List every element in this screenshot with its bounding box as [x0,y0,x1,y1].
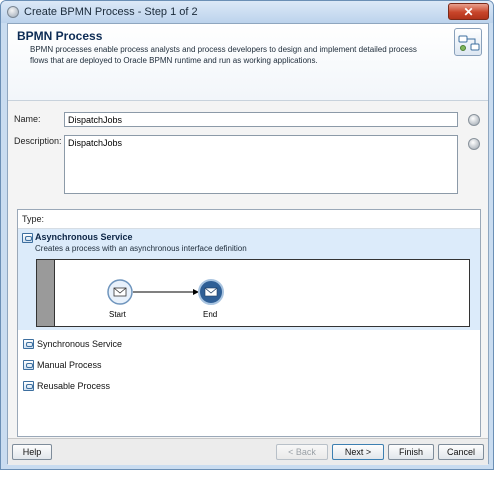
description-help-icon[interactable] [468,138,480,150]
reusable-process-icon [23,381,34,391]
bpmn-process-icon [454,28,482,56]
reusable-process-label: Reusable Process [37,381,111,391]
type-panel: Type: Asynchronous Service Creates a pro… [17,209,481,437]
type-item-synchronous-service[interactable]: Synchronous Service [18,334,480,354]
process-preview-diagram: Start End [36,259,470,327]
synchronous-service-label: Synchronous Service [37,339,123,349]
app-icon [7,6,19,18]
help-button[interactable]: Help [12,444,52,460]
type-item-manual-process[interactable]: Manual Process [18,355,480,375]
dialog-window: Create BPMN Process - Step 1 of 2 ✕ BPMN… [0,0,494,470]
end-event-label: End [203,310,218,319]
description-textarea[interactable]: DispatchJobs [64,135,458,194]
close-button[interactable]: ✕ [448,3,489,20]
type-item-asynchronous-service[interactable]: Asynchronous Service Creates a process w… [18,229,480,330]
name-help-icon[interactable] [468,114,480,126]
synchronous-service-icon [23,339,34,349]
asynchronous-service-description: Creates a process with an asynchronous i… [35,244,247,253]
type-item-reusable-process[interactable]: Reusable Process [18,376,480,396]
title-bar[interactable]: Create BPMN Process - Step 1 of 2 ✕ [1,1,493,23]
header-title: BPMN Process [17,29,103,43]
back-button[interactable]: < Back [276,444,328,460]
name-label: Name: [14,114,41,124]
cancel-button[interactable]: Cancel [438,444,484,460]
header-description: BPMN processes enable process analysts a… [30,45,417,65]
type-label: Type: [22,214,45,224]
manual-process-icon [23,360,34,370]
asynchronous-service-icon [22,233,33,243]
name-input[interactable] [64,112,458,127]
manual-process-label: Manual Process [37,360,102,370]
description-label: Description: [14,136,62,146]
window-title: Create BPMN Process - Step 1 of 2 [24,6,198,18]
start-event-label: Start [109,310,126,319]
wizard-header: BPMN Process BPMN processes enable proce… [8,24,488,101]
start-event-icon [107,279,133,305]
finish-button[interactable]: Finish [388,444,434,460]
end-event-icon [198,279,224,305]
asynchronous-service-title: Asynchronous Service [35,232,133,242]
next-button[interactable]: Next > [332,444,384,460]
dialog-content: BPMN Process BPMN processes enable proce… [7,23,489,465]
button-bar: Help < Back Next > Finish Cancel [8,438,488,465]
